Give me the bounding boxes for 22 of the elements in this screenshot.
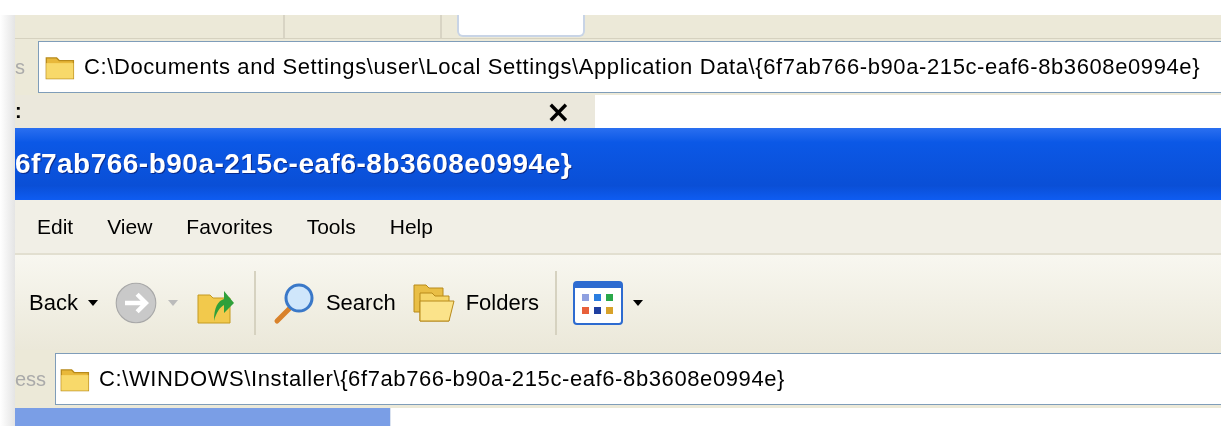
arrow-right-icon <box>113 280 158 325</box>
address-text: C:\WINDOWS\Installer\{6f7ab766-b90a-215c-eaf6-8b3608e0994e} <box>99 366 786 392</box>
pane-label: : <box>15 100 22 123</box>
address-label: s <box>15 55 26 79</box>
address-label: ess <box>15 367 48 391</box>
caret-icon <box>633 299 643 306</box>
window-title: 6f7ab766-b90a-215c-eaf6-8b3608e0994e} <box>15 148 573 180</box>
close-button[interactable]: × <box>541 96 575 127</box>
caret-icon <box>167 299 178 306</box>
search-button[interactable]: Search <box>267 276 400 329</box>
address-field[interactable]: C:\WINDOWS\Installer\{6f7ab766-b90a-215c-eaf6-8b3608e0994e} <box>55 353 1221 405</box>
menu-item[interactable]: Help <box>389 214 433 239</box>
back-button[interactable]: Back <box>25 285 102 320</box>
caret-icon <box>87 299 98 306</box>
menu-item[interactable]: Favorites <box>186 214 273 239</box>
menu-item[interactable]: Edit <box>37 214 74 239</box>
views-icon <box>573 280 623 325</box>
address-field[interactable]: C:\Documents and Settings\user\Local Settings\Application Data\{6f7ab766-b90a-215c-eaf6-8b3608e0994e} <box>38 41 1221 93</box>
folders-button[interactable]: Folders <box>407 276 543 329</box>
menu-item[interactable]: View <box>107 214 153 239</box>
address-text: C:\Documents and Settings\user\Local Settings\Application Data\{6f7ab766-b90a-215c-eaf6-8b3608e0994e} <box>84 54 1201 80</box>
menu-item[interactable]: Tools <box>306 214 356 239</box>
